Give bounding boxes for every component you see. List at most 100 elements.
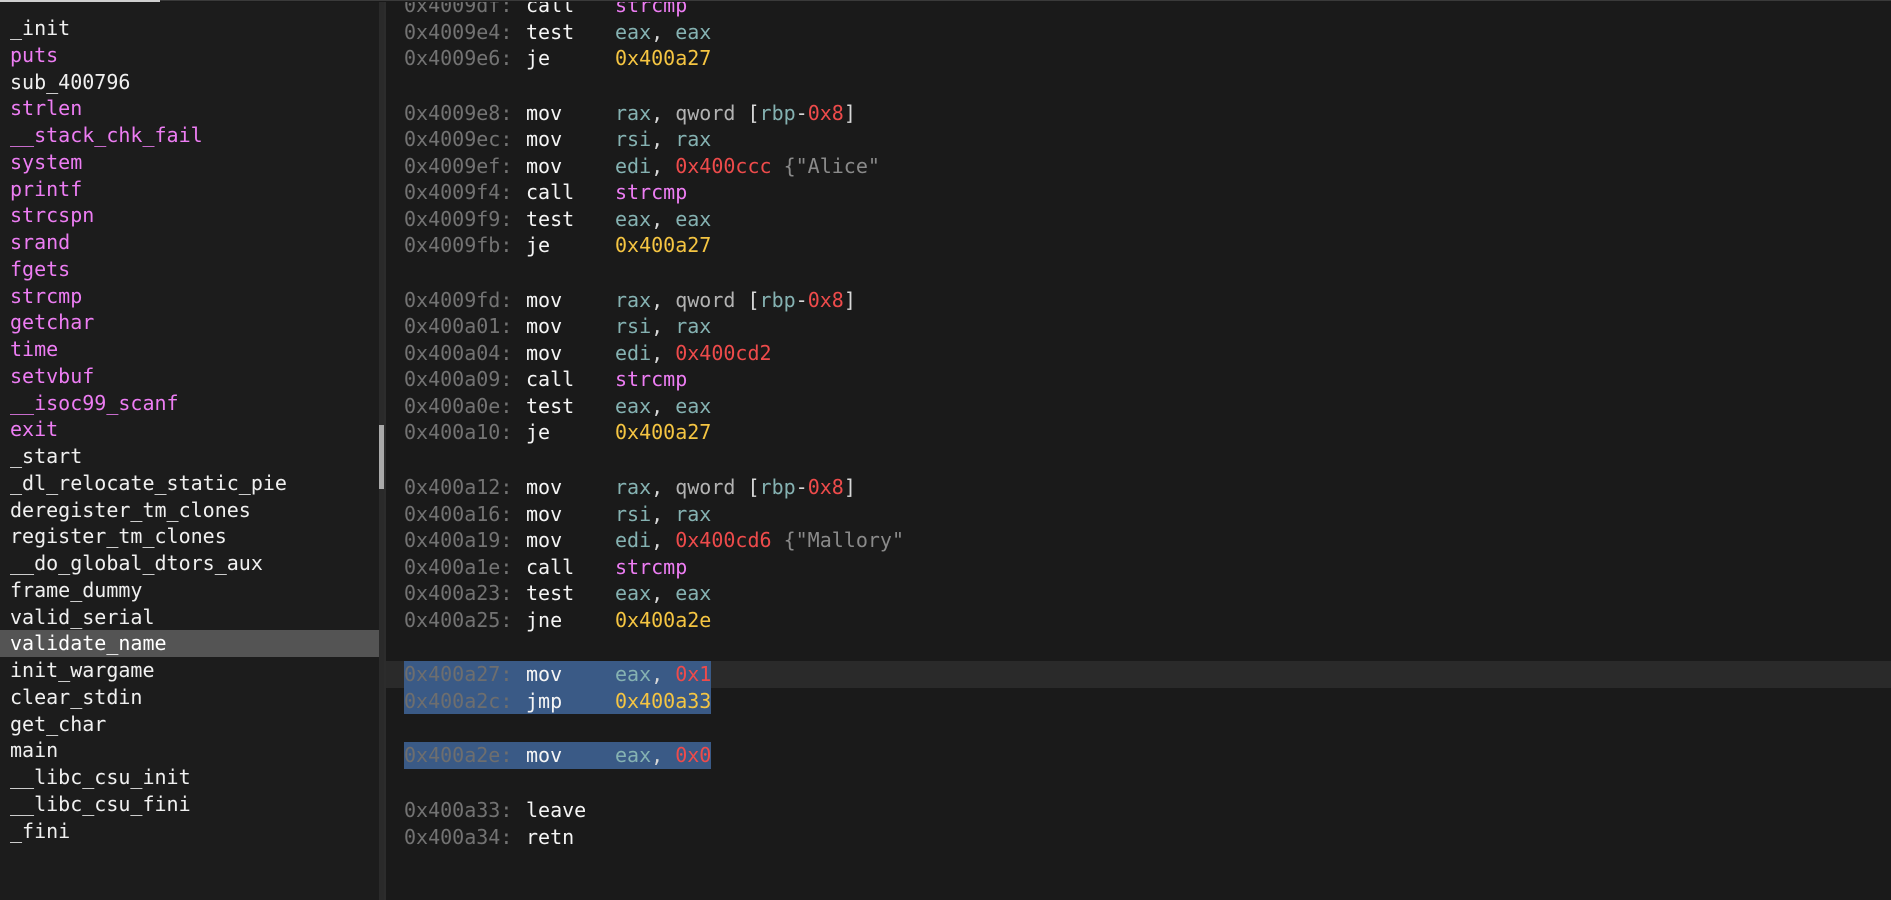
instruction-row[interactable]: 0x400a34: retn bbox=[386, 824, 1891, 851]
instruction-address[interactable]: 0x4009ec: bbox=[404, 126, 526, 153]
instruction-row[interactable]: 0x400a16: mov rsi, rax bbox=[386, 501, 1891, 528]
instruction-row[interactable]: 0x4009df: call strcmp bbox=[386, 2, 1891, 19]
instruction-address[interactable]: 0x400a33: bbox=[404, 797, 526, 824]
function-item[interactable]: init_wargame bbox=[0, 657, 379, 684]
function-item[interactable]: _start bbox=[0, 443, 379, 470]
function-item[interactable]: puts bbox=[0, 42, 379, 69]
instruction-text[interactable]: 0x4009df: call strcmp bbox=[404, 2, 687, 19]
code-address-token[interactable]: 0x400a27 bbox=[615, 420, 711, 444]
instruction-mnemonic[interactable]: mov bbox=[526, 340, 615, 367]
disassembly-view[interactable]: 0x4009df: call strcmp 0x4009e4: test eax, eax… bbox=[386, 2, 1891, 900]
instruction-mnemonic[interactable]: test bbox=[526, 206, 615, 233]
register-token[interactable]: edi bbox=[615, 528, 651, 552]
instruction-mnemonic[interactable]: mov bbox=[526, 742, 615, 769]
instruction-text[interactable]: 0x4009fb: je 0x400a27 bbox=[404, 232, 711, 259]
function-item[interactable]: exit bbox=[0, 416, 379, 443]
symbol-token[interactable]: strcmp bbox=[615, 367, 687, 391]
instruction-address[interactable]: 0x4009df: bbox=[404, 2, 526, 19]
register-token[interactable]: rsi bbox=[615, 502, 651, 526]
instruction-address[interactable]: 0x400a1e: bbox=[404, 554, 526, 581]
register-token[interactable]: eax bbox=[615, 20, 651, 44]
instruction-address[interactable]: 0x400a27: bbox=[404, 661, 526, 688]
register-token[interactable]: eax bbox=[615, 394, 651, 418]
function-item[interactable]: clear_stdin bbox=[0, 684, 379, 711]
instruction-text[interactable]: 0x4009fd: mov rax, qword [rbp-0x8] bbox=[404, 287, 856, 314]
function-item-selected[interactable]: validate_name bbox=[0, 630, 379, 657]
instruction-row[interactable]: 0x400a27: mov eax, 0x1 bbox=[386, 661, 1891, 688]
function-item[interactable]: _dl_relocate_static_pie bbox=[0, 470, 379, 497]
register-token[interactable]: eax bbox=[615, 662, 651, 686]
register-token[interactable]: rbp bbox=[760, 101, 796, 125]
instruction-text[interactable]: 0x400a27: mov eax, 0x1 bbox=[404, 661, 712, 688]
instruction-text[interactable]: 0x400a04: mov edi, 0x400cd2 bbox=[404, 340, 772, 367]
function-item[interactable]: strlen bbox=[0, 95, 379, 122]
register-token[interactable]: rsi bbox=[615, 127, 651, 151]
instruction-row[interactable]: 0x400a23: test eax, eax bbox=[386, 580, 1891, 607]
instruction-text[interactable]: 0x4009e4: test eax, eax bbox=[404, 19, 711, 46]
instruction-mnemonic[interactable]: mov bbox=[526, 287, 615, 314]
instruction-row[interactable]: 0x4009fb: je 0x400a27 bbox=[386, 232, 1891, 259]
register-token[interactable]: rax bbox=[675, 127, 711, 151]
register-token[interactable]: rsi bbox=[615, 314, 651, 338]
instruction-address[interactable]: 0x400a19: bbox=[404, 527, 526, 554]
function-item[interactable]: __libc_csu_init bbox=[0, 764, 379, 791]
instruction-row[interactable]: 0x400a01: mov rsi, rax bbox=[386, 313, 1891, 340]
register-token[interactable]: rax bbox=[675, 502, 711, 526]
instruction-text[interactable]: 0x400a23: test eax, eax bbox=[404, 580, 711, 607]
instruction-address[interactable]: 0x400a25: bbox=[404, 607, 526, 634]
function-item[interactable]: frame_dummy bbox=[0, 577, 379, 604]
function-item[interactable]: strcmp bbox=[0, 283, 379, 310]
instruction-mnemonic[interactable]: call bbox=[526, 2, 615, 19]
function-item[interactable]: _init bbox=[0, 15, 379, 42]
instruction-row[interactable]: 0x4009e4: test eax, eax bbox=[386, 19, 1891, 46]
instruction-text[interactable]: 0x4009ec: mov rsi, rax bbox=[404, 126, 711, 153]
instruction-mnemonic[interactable]: call bbox=[526, 179, 615, 206]
instruction-row[interactable]: 0x400a33: leave bbox=[386, 797, 1891, 824]
instruction-address[interactable]: 0x4009f4: bbox=[404, 179, 526, 206]
instruction-address[interactable]: 0x400a09: bbox=[404, 366, 526, 393]
instruction-address[interactable]: 0x4009f9: bbox=[404, 206, 526, 233]
function-item[interactable]: strcspn bbox=[0, 202, 379, 229]
register-token[interactable]: rax bbox=[615, 288, 651, 312]
instruction-row[interactable]: 0x4009ef: mov edi, 0x400ccc {"Alice" bbox=[386, 153, 1891, 180]
function-item[interactable]: sub_400796 bbox=[0, 69, 379, 96]
instruction-mnemonic[interactable]: mov bbox=[526, 501, 615, 528]
instruction-text[interactable]: 0x400a19: mov edi, 0x400cd6 {"Mallory" bbox=[404, 527, 904, 554]
immediate-token[interactable]: 0x8 bbox=[808, 475, 844, 499]
size-keyword-token[interactable]: qword bbox=[675, 288, 735, 312]
code-address-token[interactable]: 0x400a27 bbox=[615, 46, 711, 70]
instruction-mnemonic[interactable]: je bbox=[526, 232, 615, 259]
instruction-text[interactable]: 0x400a33: leave bbox=[404, 797, 615, 824]
instruction-text[interactable]: 0x400a2e: mov eax, 0x0 bbox=[404, 742, 712, 769]
register-token[interactable]: rbp bbox=[760, 288, 796, 312]
register-token[interactable]: rax bbox=[615, 101, 651, 125]
instruction-text[interactable]: 0x400a0e: test eax, eax bbox=[404, 393, 711, 420]
instruction-row[interactable]: 0x400a09: call strcmp bbox=[386, 366, 1891, 393]
instruction-address[interactable]: 0x4009ef: bbox=[404, 153, 526, 180]
function-item[interactable]: setvbuf bbox=[0, 363, 379, 390]
instruction-address[interactable]: 0x400a10: bbox=[404, 419, 526, 446]
instruction-row[interactable]: 0x4009e8: mov rax, qword [rbp-0x8] bbox=[386, 100, 1891, 127]
instruction-row[interactable]: 0x400a2c: jmp 0x400a33 bbox=[386, 687, 1891, 715]
instruction-row[interactable]: 0x4009f4: call strcmp bbox=[386, 179, 1891, 206]
function-item[interactable]: valid_serial bbox=[0, 604, 379, 631]
instruction-text[interactable]: 0x400a09: call strcmp bbox=[404, 366, 687, 393]
instruction-row[interactable]: 0x400a12: mov rax, qword [rbp-0x8] bbox=[386, 474, 1891, 501]
instruction-text[interactable]: 0x400a1e: call strcmp bbox=[404, 554, 687, 581]
instruction-mnemonic[interactable]: test bbox=[526, 580, 615, 607]
instruction-address[interactable]: 0x400a2e: bbox=[404, 742, 526, 769]
function-item[interactable]: _fini bbox=[0, 818, 379, 845]
instruction-address[interactable]: 0x4009e8: bbox=[404, 100, 526, 127]
function-item[interactable]: deregister_tm_clones bbox=[0, 497, 379, 524]
register-token[interactable]: eax bbox=[615, 581, 651, 605]
instruction-row[interactable]: 0x400a0e: test eax, eax bbox=[386, 393, 1891, 420]
immediate-token[interactable]: 0x400cd2 bbox=[675, 341, 771, 365]
instruction-mnemonic[interactable]: call bbox=[526, 366, 615, 393]
instruction-row[interactable]: 0x400a2e: mov eax, 0x0 bbox=[386, 742, 1891, 769]
instruction-row[interactable]: 0x4009e6: je 0x400a27 bbox=[386, 45, 1891, 72]
function-item[interactable]: time bbox=[0, 336, 379, 363]
instruction-mnemonic[interactable]: mov bbox=[526, 100, 615, 127]
symbol-token[interactable]: strcmp bbox=[615, 180, 687, 204]
immediate-token[interactable]: 0x8 bbox=[808, 288, 844, 312]
instruction-address[interactable]: 0x400a34: bbox=[404, 824, 526, 851]
